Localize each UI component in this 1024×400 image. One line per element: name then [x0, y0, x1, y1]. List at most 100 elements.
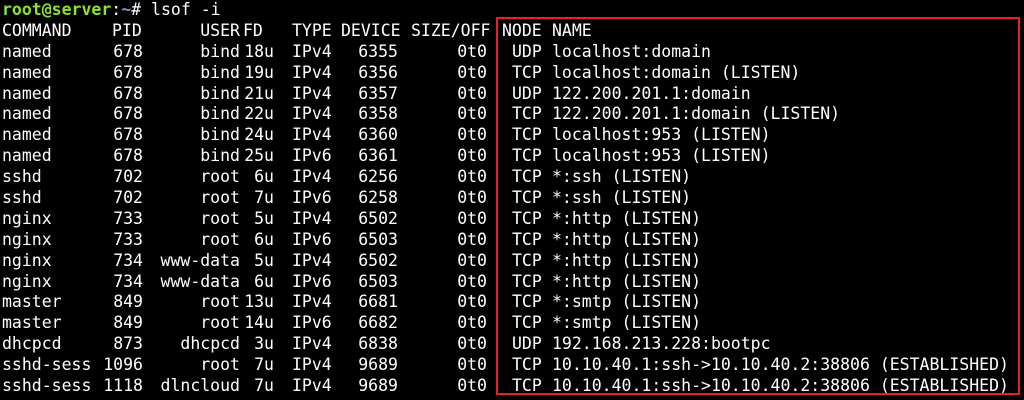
- cell-name: *:ssh (LISTEN): [552, 188, 692, 208]
- prompt-separator: :: [111, 0, 122, 19]
- cell-pid: 678: [113, 41, 143, 61]
- cell-node: TCP: [512, 271, 542, 291]
- cell-command: master: [2, 292, 62, 312]
- cell-fd: 24u: [244, 125, 274, 145]
- table-row: named 678 bind 19u IPv4 6356 0t0 TCP localhost:d…: [2, 63, 1022, 84]
- cell-name: 122.200.201.1:domain (LISTEN): [552, 104, 841, 124]
- table-row: sshd 702 root 6u IPv4 6256 0t0 TCP *:ssh (LISTEN…: [2, 167, 1022, 188]
- cell-user: bind: [200, 104, 240, 124]
- cell-command: named: [2, 146, 52, 166]
- cell-pid: 678: [113, 83, 143, 103]
- cell-node: TCP: [512, 376, 542, 396]
- cell-node: TCP: [512, 250, 542, 270]
- cell-type: IPv4: [292, 250, 332, 270]
- cell-command: sshd-sess: [2, 355, 92, 375]
- table-row: nginx 733 root 6u IPv6 6503 0t0 TCP *:http (LIST…: [2, 230, 1022, 251]
- cell-device: 6356: [358, 62, 398, 82]
- cell-command: named: [2, 83, 52, 103]
- cell-type: IPv4: [292, 125, 332, 145]
- cell-user: dlncloud: [160, 376, 240, 396]
- cell-node: UDP: [512, 334, 542, 354]
- cell-node: TCP: [512, 62, 542, 82]
- cell-fd: 18u: [244, 41, 274, 61]
- cell-user: root: [200, 229, 240, 249]
- cell-type: IPv6: [292, 313, 332, 333]
- cell-device: 6838: [358, 334, 398, 354]
- cell-type: IPv6: [292, 229, 332, 249]
- cell-pid: 849: [113, 292, 143, 312]
- cell-size-off: 0t0: [457, 83, 487, 103]
- cell-user: root: [200, 313, 240, 333]
- cell-user: dhcpcd: [180, 334, 240, 354]
- cell-name: *:http (LISTEN): [552, 250, 702, 270]
- cell-command: named: [2, 41, 52, 61]
- cell-size-off: 0t0: [457, 104, 487, 124]
- cell-device: 9689: [358, 355, 398, 375]
- cell-node: TCP: [512, 146, 542, 166]
- cell-device: 6361: [358, 146, 398, 166]
- cell-user: bind: [200, 41, 240, 61]
- table-row: nginx 734 www-data 6u IPv6 6503 0t0 TCP *:http (…: [2, 272, 1022, 293]
- cell-type: IPv4: [292, 208, 332, 228]
- cell-command: master: [2, 313, 62, 333]
- cell-size-off: 0t0: [457, 271, 487, 291]
- cell-name: *:http (LISTEN): [552, 208, 702, 228]
- cell-device: 6682: [358, 313, 398, 333]
- prompt-path: ~: [121, 0, 132, 19]
- cell-pid: 734: [113, 250, 143, 270]
- table-row: sshd 702 root 7u IPv6 6258 0t0 TCP *:ssh (LISTEN…: [2, 188, 1022, 209]
- cell-fd: 6u: [254, 167, 274, 187]
- cell-pid: 702: [113, 188, 143, 208]
- cell-fd: 22u: [244, 104, 274, 124]
- cell-command: named: [2, 104, 52, 124]
- cell-command: named: [2, 125, 52, 145]
- cell-device: 6360: [358, 125, 398, 145]
- lsof-table-body: named 678 bind 18u IPv4 6355 0t0 UDP localhost:d…: [2, 42, 1022, 397]
- cell-name: 192.168.213.228:bootpc: [552, 334, 771, 354]
- cell-device: 6681: [358, 292, 398, 312]
- cell-user: bind: [200, 146, 240, 166]
- header-device: DEVICE: [341, 20, 401, 40]
- cell-name: 10.10.40.1:ssh->10.10.40.2:38806 (ESTABL…: [552, 355, 1009, 375]
- cell-type: IPv4: [292, 41, 332, 61]
- cell-command: nginx: [2, 229, 52, 249]
- cell-command: nginx: [2, 271, 52, 291]
- cell-device: 6503: [358, 229, 398, 249]
- cell-name: *:ssh (LISTEN): [552, 167, 692, 187]
- cell-node: TCP: [512, 167, 542, 187]
- cell-device: 6357: [358, 83, 398, 103]
- cell-device: 6503: [358, 271, 398, 291]
- cell-size-off: 0t0: [457, 313, 487, 333]
- cell-size-off: 0t0: [457, 292, 487, 312]
- cell-fd: 13u: [244, 292, 274, 312]
- cell-pid: 873: [113, 334, 143, 354]
- cell-pid: 849: [113, 313, 143, 333]
- cell-size-off: 0t0: [457, 188, 487, 208]
- cell-name: 10.10.40.1:ssh->10.10.40.2:38806 (ESTABL…: [552, 376, 1009, 396]
- table-row: named 678 bind 18u IPv4 6355 0t0 UDP localhost:d…: [2, 42, 1022, 63]
- cell-node: TCP: [512, 292, 542, 312]
- prompt-line: root@server:~# lsof -i: [2, 0, 1022, 21]
- cell-node: TCP: [512, 104, 542, 124]
- cell-type: IPv6: [292, 271, 332, 291]
- cell-pid: 1096: [103, 355, 143, 375]
- prompt-symbol: #: [131, 0, 142, 19]
- cell-size-off: 0t0: [457, 334, 487, 354]
- cell-name: localhost:domain (LISTEN): [552, 62, 801, 82]
- cell-fd: 6u: [254, 229, 274, 249]
- cell-pid: 733: [113, 208, 143, 228]
- cell-size-off: 0t0: [457, 376, 487, 396]
- cell-user: root: [200, 188, 240, 208]
- cell-size-off: 0t0: [457, 167, 487, 187]
- cell-pid: 678: [113, 125, 143, 145]
- cell-type: IPv6: [292, 188, 332, 208]
- cell-type: IPv4: [292, 292, 332, 312]
- terminal-window[interactable]: root@server:~# lsof -i COMMAND PID USER …: [2, 0, 1022, 400]
- cell-node: UDP: [512, 83, 542, 103]
- cell-user: bind: [200, 125, 240, 145]
- cell-fd: 19u: [244, 62, 274, 82]
- cell-size-off: 0t0: [457, 250, 487, 270]
- cell-device: 6258: [358, 188, 398, 208]
- cell-size-off: 0t0: [457, 146, 487, 166]
- cell-device: 6256: [358, 167, 398, 187]
